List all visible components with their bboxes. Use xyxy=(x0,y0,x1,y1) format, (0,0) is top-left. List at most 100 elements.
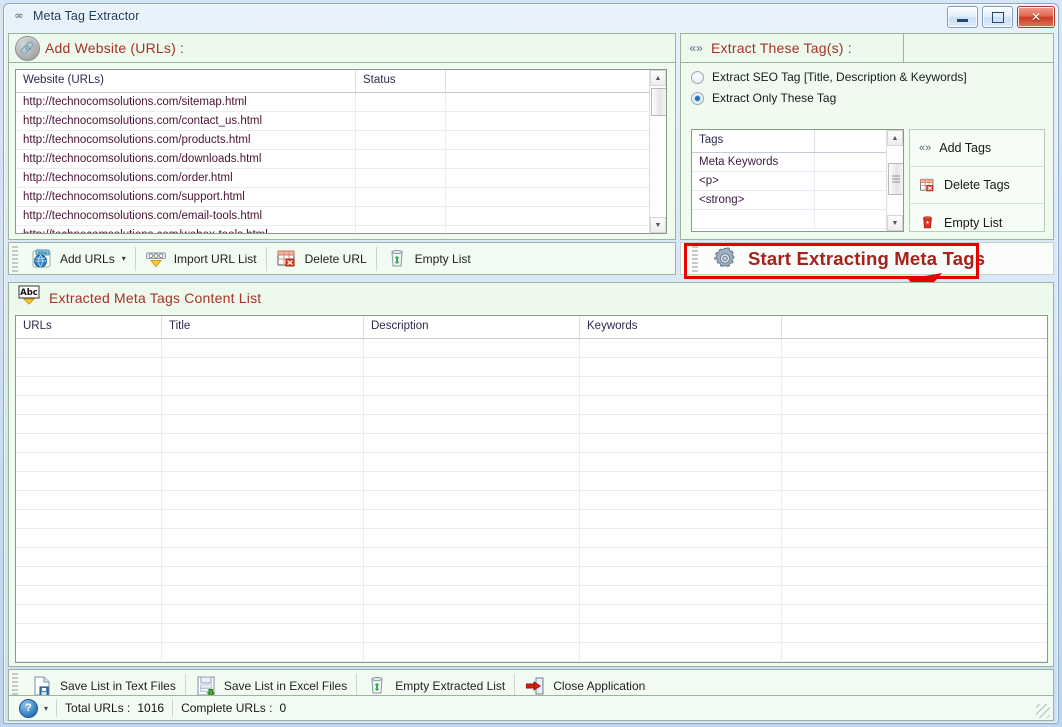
delete-url-label: Delete URL xyxy=(304,251,367,266)
radio-only-these-tag-icon[interactable] xyxy=(691,91,704,105)
maximize-button[interactable] xyxy=(982,6,1013,28)
close-button[interactable]: ✕ xyxy=(1017,6,1055,28)
tags-scroll-up-icon[interactable]: ▲ xyxy=(887,130,903,146)
table-row[interactable]: http://technocomsolutions.com/sitemap.ht… xyxy=(16,93,666,112)
minimize-button[interactable] xyxy=(947,6,978,28)
tags-column-header[interactable]: Tags xyxy=(692,130,815,152)
tags-grid[interactable]: Tags Meta Keywords <p> <strong> ▲ ▼ xyxy=(691,129,904,232)
status-separator xyxy=(172,699,174,717)
delete-grid-icon xyxy=(919,177,936,194)
extracted-url-cell xyxy=(16,339,162,357)
extracted-description-cell xyxy=(364,510,580,528)
client-area: 🔗 Add Website (URLs) : Website (URLs) St… xyxy=(8,30,1054,718)
extracted-blank-cell xyxy=(782,510,1047,528)
table-row[interactable]: http://technocomsolutions.com/email-tool… xyxy=(16,207,666,226)
radio-option-seo-tag[interactable]: Extract SEO Tag [Title, Description & Ke… xyxy=(691,70,967,84)
delete-tags-button[interactable]: Delete Tags xyxy=(910,167,1044,204)
extracted-title-column-header[interactable]: Title xyxy=(162,316,364,338)
extracted-grid-header: URLs Title Description Keywords xyxy=(16,316,1047,339)
table-row[interactable] xyxy=(16,624,1047,643)
extracted-grid[interactable]: URLs Title Description Keywords xyxy=(15,315,1048,663)
help-dropdown-icon[interactable]: ▾ xyxy=(44,704,48,713)
extracted-description-cell xyxy=(364,567,580,585)
table-row[interactable] xyxy=(16,529,1047,548)
table-row[interactable] xyxy=(16,396,1047,415)
add-urls-button[interactable]: www Add URLs ▾ xyxy=(22,243,135,274)
table-row[interactable] xyxy=(16,415,1047,434)
chevron-down-icon[interactable]: ▾ xyxy=(122,254,126,263)
empty-list-button[interactable]: Empty List xyxy=(377,243,480,274)
table-row[interactable]: <strong> xyxy=(692,191,903,210)
extracted-url-cell xyxy=(16,605,162,623)
scroll-down-icon[interactable]: ▼ xyxy=(650,217,666,233)
tags-grid-scrollbar[interactable]: ▲ ▼ xyxy=(886,130,903,231)
table-row[interactable]: http://technocomsolutions.com/webex-tool… xyxy=(16,226,666,233)
delete-tags-label: Delete Tags xyxy=(944,178,1010,192)
table-row[interactable]: http://technocomsolutions.com/products.h… xyxy=(16,131,666,150)
table-row[interactable] xyxy=(692,210,903,229)
table-row[interactable] xyxy=(16,491,1047,510)
delete-url-button[interactable]: Delete URL xyxy=(267,243,376,274)
table-row[interactable]: <p> xyxy=(692,172,903,191)
table-row[interactable] xyxy=(16,358,1047,377)
extracted-blank-column-header[interactable] xyxy=(782,316,1047,338)
scroll-up-icon[interactable]: ▲ xyxy=(650,70,666,86)
table-row[interactable] xyxy=(16,434,1047,453)
import-url-list-button[interactable]: Import URL List xyxy=(136,243,266,274)
gear-icon xyxy=(712,246,738,272)
table-row[interactable]: http://technocomsolutions.com/contact_us… xyxy=(16,112,666,131)
empty-tags-list-label: Empty List xyxy=(944,215,1003,230)
complete-urls-value: 0 xyxy=(279,701,287,715)
table-row[interactable] xyxy=(16,643,1047,662)
empty-tags-list-button[interactable]: Empty List xyxy=(910,204,1044,241)
extracted-url-cell xyxy=(16,396,162,414)
url-grid[interactable]: Website (URLs) Status http://technocomso… xyxy=(15,69,667,234)
table-row[interactable]: Meta Keywords xyxy=(692,153,903,172)
extracted-urls-column-header[interactable]: URLs xyxy=(16,316,162,338)
table-row[interactable] xyxy=(16,567,1047,586)
url-column-header[interactable]: Website (URLs) xyxy=(16,70,356,92)
extracted-description-cell xyxy=(364,434,580,452)
url-cell: http://technocomsolutions.com/support.ht… xyxy=(16,188,356,206)
table-row[interactable] xyxy=(16,586,1047,605)
radio-option-only-these-tag[interactable]: Extract Only These Tag xyxy=(691,91,967,105)
table-row[interactable] xyxy=(16,510,1047,529)
extracted-keywords-cell xyxy=(580,396,782,414)
extracted-url-cell xyxy=(16,643,162,661)
url-scroll-thumb[interactable] xyxy=(651,88,666,116)
table-row[interactable] xyxy=(16,472,1047,491)
url-grid-scrollbar[interactable]: ▲ ▼ xyxy=(649,70,666,233)
extracted-blank-cell xyxy=(782,567,1047,585)
start-button-grip[interactable] xyxy=(692,245,698,272)
add-tags-button[interactable]: «» Add Tags xyxy=(910,130,1044,167)
tags-blank-column-header[interactable] xyxy=(815,130,888,152)
add-tags-label: Add Tags xyxy=(939,141,992,155)
blank-cell xyxy=(446,112,649,130)
tags-scroll-thumb[interactable] xyxy=(888,163,903,195)
empty-list-label: Empty List xyxy=(414,251,471,266)
extracted-keywords-cell xyxy=(580,453,782,471)
radio-seo-tag-icon[interactable] xyxy=(691,70,704,84)
maximize-icon xyxy=(983,7,1012,27)
table-row[interactable]: http://technocomsolutions.com/support.ht… xyxy=(16,188,666,207)
table-row[interactable] xyxy=(16,548,1047,567)
radio-seo-tag-label: Extract SEO Tag [Title, Description & Ke… xyxy=(712,70,967,84)
url-blank-column-header[interactable] xyxy=(446,70,649,92)
extracted-description-column-header[interactable]: Description xyxy=(364,316,580,338)
status-column-header[interactable]: Status xyxy=(356,70,446,92)
table-row[interactable]: http://technocomsolutions.com/downloads.… xyxy=(16,150,666,169)
table-row[interactable] xyxy=(16,605,1047,624)
table-row[interactable] xyxy=(16,377,1047,396)
table-row[interactable] xyxy=(16,339,1047,358)
extracted-keywords-column-header[interactable]: Keywords xyxy=(580,316,782,338)
table-row[interactable]: http://technocomsolutions.com/order.html xyxy=(16,169,666,188)
tags-scroll-down-icon[interactable]: ▼ xyxy=(887,215,903,231)
table-row[interactable] xyxy=(16,453,1047,472)
toolbar-grip[interactable] xyxy=(12,245,18,272)
help-question-icon[interactable]: ? xyxy=(19,698,38,718)
extracted-keywords-cell xyxy=(580,339,782,357)
import-url-list-label: Import URL List xyxy=(173,251,257,266)
resize-grip[interactable] xyxy=(1036,704,1050,718)
extracted-keywords-cell xyxy=(580,643,782,661)
extracted-title-cell xyxy=(162,377,364,395)
